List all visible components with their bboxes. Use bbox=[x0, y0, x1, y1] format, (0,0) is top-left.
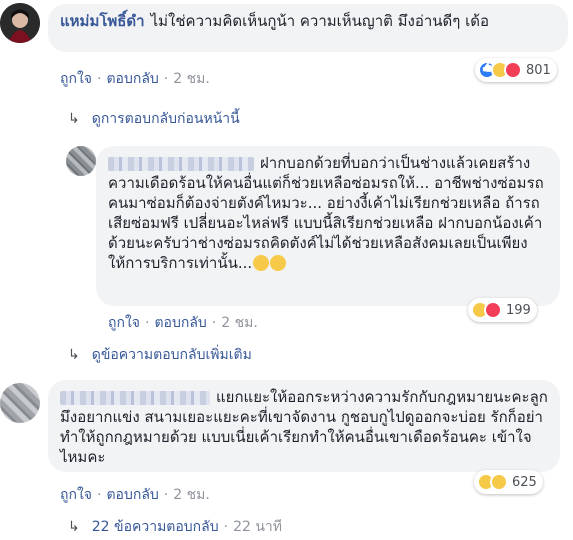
previous-replies-label: ดูการตอบกลับก่อนหน้านี้ bbox=[91, 111, 240, 127]
blurred-author-name[interactable] bbox=[108, 156, 254, 171]
comment-bubble: แหม่มโพธิ์ดำ ไม่ใช่ความคิดเห็นกูน้า ความเ… bbox=[48, 4, 568, 52]
like-link[interactable]: ถูกใจ bbox=[108, 315, 140, 331]
avatar[interactable] bbox=[0, 3, 40, 43]
comment-actions: ถูกใจ · ตอบกลับ · 2 ชม. bbox=[60, 487, 210, 503]
replies-count-link[interactable]: ↳ 22 ข้อความตอบกลับ · 22 นาที bbox=[68, 516, 282, 538]
reaction-count: 625 bbox=[512, 474, 537, 490]
comment-actions: ถูกใจ · ตอบกลับ · 2 ชม. bbox=[108, 315, 258, 331]
comment-bubble: ฝากบอกด้วยที่บอกว่าเป็นช่างแล้วเคยสร้างค… bbox=[96, 146, 560, 306]
reply-link[interactable]: ตอบกลับ bbox=[106, 71, 158, 87]
replies-count-label: 22 ข้อความตอบกลับ bbox=[91, 519, 219, 535]
reaction-summary[interactable]: 801 bbox=[475, 58, 557, 82]
timestamp[interactable]: 2 ชม. bbox=[221, 315, 258, 331]
comment-text: ฝากบอกด้วยที่บอกว่าเป็นช่างแล้วเคยสร้างค… bbox=[108, 154, 544, 272]
wow-reaction-icon bbox=[490, 473, 508, 491]
comment-bubble: แยกแยะให้ออกระหว่างความรักกับกฎหมายนะคะล… bbox=[48, 380, 560, 472]
timestamp[interactable]: 2 ชม. bbox=[173, 487, 210, 503]
avatar[interactable] bbox=[0, 383, 40, 423]
avatar[interactable] bbox=[66, 146, 96, 176]
reply-link[interactable]: ตอบกลับ bbox=[106, 487, 158, 503]
reply-arrow-icon: ↳ bbox=[68, 519, 80, 535]
comment-author[interactable]: แหม่มโพธิ์ดำ bbox=[60, 12, 145, 30]
like-link[interactable]: ถูกใจ bbox=[60, 487, 92, 503]
reaction-summary[interactable]: 199 bbox=[468, 298, 537, 322]
like-link[interactable]: ถูกใจ bbox=[60, 71, 92, 87]
previous-replies-link[interactable]: ↳ ดูการตอบกลับก่อนหน้านี้ bbox=[68, 108, 240, 130]
comment-actions: ถูกใจ · ตอบกลับ · 2 ชม. bbox=[60, 71, 210, 87]
reply-arrow-icon: ↳ bbox=[68, 347, 80, 363]
more-replies-label: ดูข้อความตอบกลับเพิ่มเติม bbox=[91, 347, 252, 363]
laughing-emoji-icon bbox=[270, 255, 287, 271]
love-reaction-icon bbox=[504, 61, 522, 79]
laughing-emoji-icon bbox=[253, 255, 270, 271]
blurred-author-name[interactable] bbox=[60, 390, 210, 405]
reaction-count: 199 bbox=[506, 302, 531, 318]
more-replies-link[interactable]: ↳ ดูข้อความตอบกลับเพิ่มเติม bbox=[68, 344, 252, 366]
replies-time: 22 นาที bbox=[233, 519, 283, 535]
reply-arrow-icon: ↳ bbox=[68, 111, 80, 127]
comment-text: ไม่ใช่ความคิดเห็นกูน้า ความเห็นญาติ มึงอ… bbox=[150, 12, 489, 30]
love-reaction-icon bbox=[484, 301, 502, 319]
reaction-count: 801 bbox=[526, 62, 551, 78]
reply-link[interactable]: ตอบกลับ bbox=[154, 315, 206, 331]
reaction-summary[interactable]: 625 bbox=[474, 470, 543, 494]
timestamp[interactable]: 2 ชม. bbox=[173, 71, 210, 87]
